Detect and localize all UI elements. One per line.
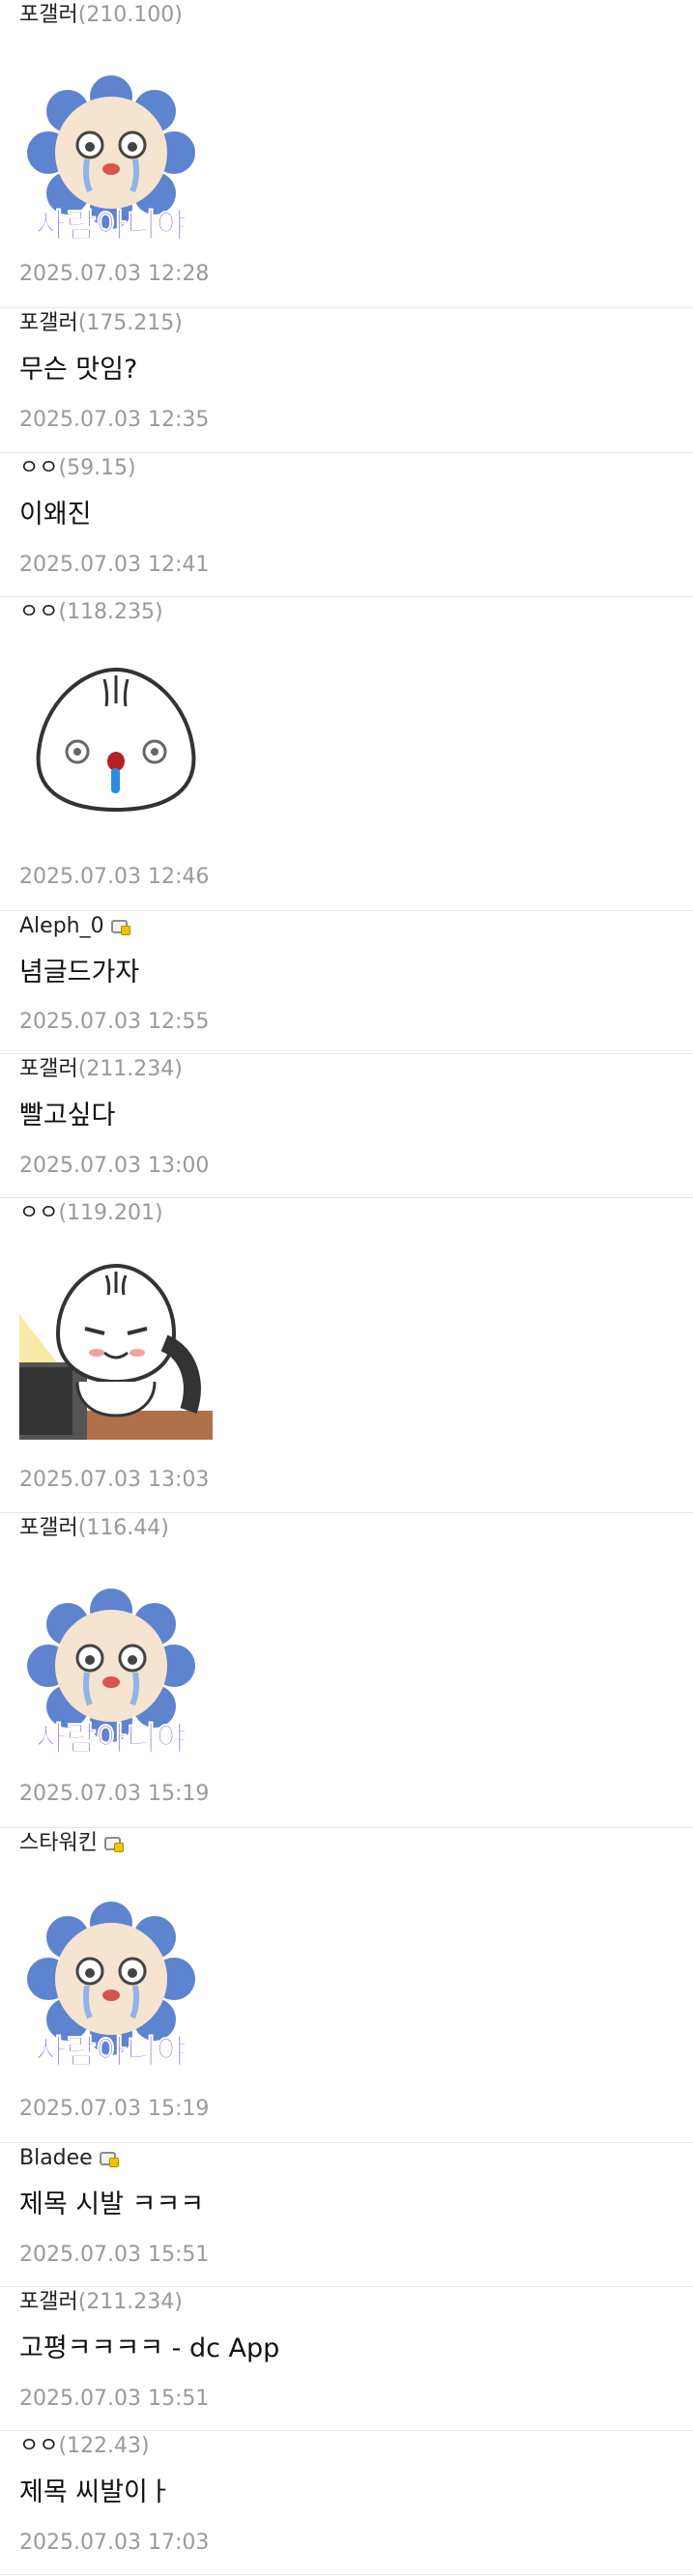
dumpling-nosebleed-sticker [36,667,196,813]
comment-item: 포갤러 (211.234) 빨고싶다 2025.07.03 13:00 [0,1054,693,1198]
comment-text: 념글드가자 [19,958,140,987]
comment-text: 제목 씨발이ㅏ [19,2477,172,2507]
comment-date: 2025.07.03 13:00 [19,1154,210,1178]
comment-header: ㅇㅇ (119.201) [19,1202,693,1225]
ip-address: (210.100) [77,3,183,27]
comment-item: ㅇㅇ (122.43) 제목 씨발이ㅏ 2025.07.03 17:03 [0,2431,693,2575]
comment-item: 포갤러 (210.100) 사람아니야 2025.07.03 12:28 [0,0,693,308]
comment-header: Bladee [19,2147,693,2170]
comment-date: 2025.07.03 12:28 [19,262,210,286]
nickname[interactable]: 포갤러 [19,1058,78,1081]
ip-address: (211.234) [77,1057,183,1081]
comment-header: ㅇㅇ (59.15) [19,457,693,480]
comment-item: Aleph_0 념글드가자 2025.07.03 12:55 [0,911,693,1054]
comment-date: 2025.07.03 13:03 [19,1468,210,1492]
comment-header: 포갤러 (211.234) [19,2291,693,2314]
nickname[interactable]: ㅇㅇ [19,1202,58,1225]
comment-text: 빨고싶다 [19,1101,116,1131]
comment-item: 포갤러 (211.234) 고평ㅋㅋㅋㅋ - dc App 2025.07.03 … [0,2287,693,2431]
sticker-caption: 사람아니야 [36,1720,187,1759]
comment-header: ㅇㅇ (122.43) [19,2435,693,2458]
ip-address: (122.43) [58,2434,150,2458]
comment-item: ㅇㅇ (59.15) 이왜진 2025.07.03 12:41 [0,453,693,597]
sticker-caption: 사람아니야 [36,207,187,245]
nickname[interactable]: ㅇㅇ [19,2435,58,2458]
comment-header: 포갤러 (210.100) [19,4,693,27]
comment-item: 스타워킨 사람아니야 2025.07.03 15:19 [0,1828,693,2143]
comment-item: ㅇㅇ (118.235) 2025.07.03 12:46 [0,597,693,911]
comment-date: 2025.07.03 15:51 [19,2387,210,2411]
nickname[interactable]: 포갤러 [19,312,78,335]
fixed-nick-icon [99,2152,119,2167]
comment-list: 포갤러 (210.100) 사람아니야 2025.07.03 12:28 포갤러(… [0,0,693,2575]
nickname[interactable]: 포갤러 [19,1517,78,1540]
comment-date: 2025.07.03 15:19 [19,1782,210,1806]
ip-address: (211.234) [77,2290,183,2314]
comment-text: 이왜진 [19,500,92,530]
crying-lion-sticker: 사람아니야 [27,1589,195,1760]
comment-date: 2025.07.03 17:03 [19,2531,210,2555]
comment-date: 2025.07.03 12:46 [19,865,210,889]
nickname[interactable]: 포갤러 [19,4,78,27]
comment-header: 포갤러 (211.234) [19,1058,693,1081]
comment-header: ㅇㅇ (118.235) [19,601,693,624]
comment-text: 고평ㅋㅋㅋㅋ - dc App [19,2333,280,2363]
comment-header: 스타워킨 [19,1832,693,1855]
ip-address: (116.44) [77,1516,169,1540]
ip-address: (119.201) [58,1201,163,1225]
comment-text: 무슨 맛임? [19,355,138,385]
sticker-caption: 사람아니야 [36,2033,187,2072]
nickname[interactable]: 스타워킨 [19,1832,98,1855]
comment-date: 2025.07.03 12:55 [19,1010,210,1034]
comment-header: 포갤러 (116.44) [19,1517,693,1540]
comment-header: Aleph_0 [19,915,693,938]
crying-lion-sticker: 사람아니야 [27,1902,195,2073]
ip-address: (118.235) [58,600,163,624]
fixed-nick-icon [110,920,130,935]
comment-date: 2025.07.03 12:35 [19,408,210,432]
comment-header: 포갤러 (175.215) [19,312,693,335]
comment-item: 포갤러 (116.44) 사람아니야 2025.07.03 15:19 [0,1513,693,1828]
nickname[interactable]: ㅇㅇ [19,457,58,480]
comment-date: 2025.07.03 15:19 [19,2097,210,2121]
dumpling-drooling-sticker [19,1263,213,1440]
nickname[interactable]: Bladee [19,2147,93,2170]
nickname[interactable]: 포갤러 [19,2291,78,2314]
ip-address: (175.215) [77,311,183,335]
comment-item: ㅇㅇ (119.201) 2025.07.03 13:03 [0,1198,693,1513]
comment-text: 제목 시발 ㅋㅋㅋ [19,2190,205,2219]
comment-item: 포갤러 (175.215) 무슨 맛임? 2025.07.03 12:35 [0,308,693,453]
crying-lion-sticker: 사람아니야 [27,75,195,246]
comment-date: 2025.07.03 12:41 [19,553,210,577]
ip-address: (59.15) [58,456,136,480]
comment-item: Bladee 제목 시발 ㅋㅋㅋ 2025.07.03 15:51 [0,2143,693,2287]
fixed-nick-icon [103,1837,124,1852]
nickname[interactable]: ㅇㅇ [19,601,58,624]
comment-date: 2025.07.03 15:51 [19,2243,210,2267]
nickname[interactable]: Aleph_0 [19,915,104,938]
